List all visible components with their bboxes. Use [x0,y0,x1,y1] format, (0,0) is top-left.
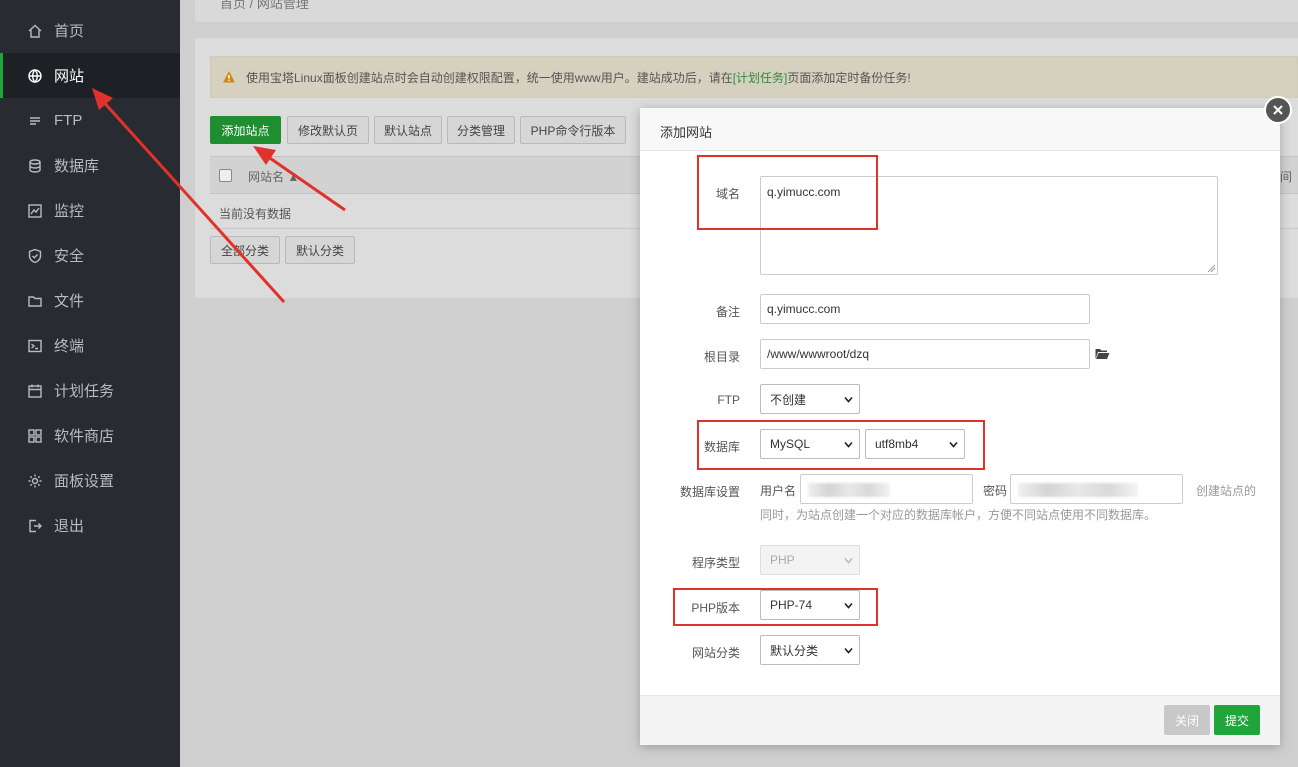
annotation-arrow-add-site [263,152,346,212]
annotation-arrow-website [98,96,286,304]
annotation-arrows [92,88,346,304]
annotation-arrowhead-add-site [253,146,276,165]
